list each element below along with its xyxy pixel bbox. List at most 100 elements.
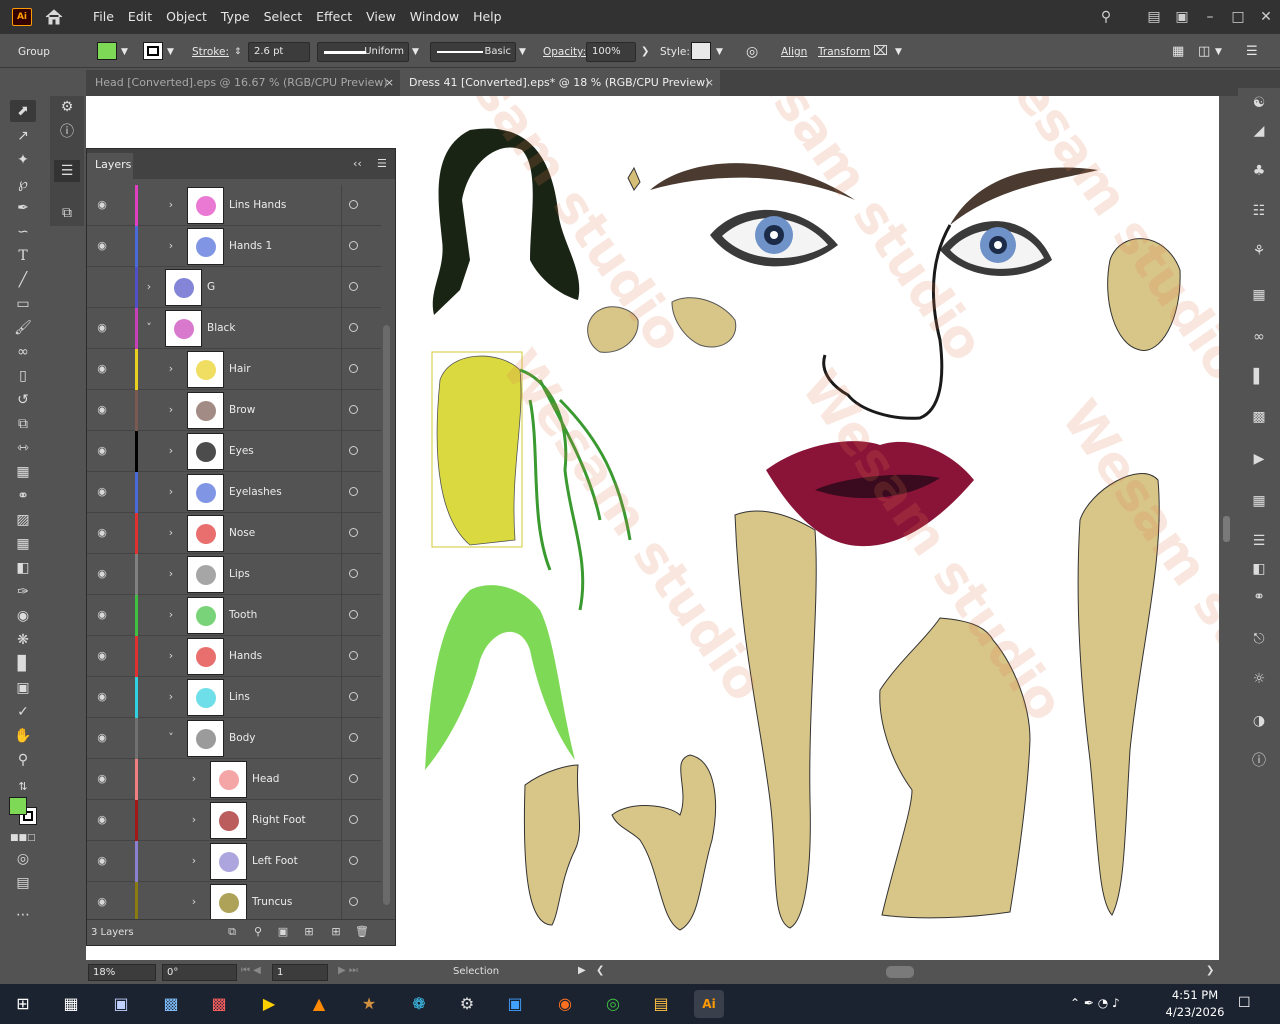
- layer-name[interactable]: Head: [252, 759, 279, 800]
- close-window-icon[interactable]: ✕: [1252, 9, 1280, 25]
- layer-name[interactable]: Truncus: [252, 882, 292, 923]
- target-circle-icon[interactable]: [349, 405, 358, 414]
- illustrator-taskbar-icon[interactable]: Ai: [694, 990, 724, 1018]
- layer-row[interactable]: ◉ › Lins Hands: [87, 185, 381, 226]
- target-circle-icon[interactable]: [349, 692, 358, 701]
- close-tab-icon[interactable]: ×: [705, 70, 714, 96]
- expand-layer-icon[interactable]: ›: [143, 279, 155, 295]
- visibility-eye-icon[interactable]: ◉: [95, 567, 109, 581]
- layer-row[interactable]: ◉ › Right Foot: [87, 800, 381, 841]
- actions-icon[interactable]: ▶: [1247, 448, 1271, 470]
- expand-layer-icon[interactable]: ›: [165, 566, 177, 582]
- target-circle-icon[interactable]: [349, 815, 358, 824]
- stepper-icon[interactable]: ⇕: [234, 36, 242, 68]
- layer-name[interactable]: Hair: [229, 349, 251, 390]
- opacity-label[interactable]: Opacity:: [543, 36, 586, 68]
- distribute-icon[interactable]: ◫: [1198, 36, 1210, 68]
- expand-layer-icon[interactable]: ›: [188, 812, 200, 828]
- chevron-down-icon[interactable]: ▼: [121, 36, 128, 68]
- fill-color-icon[interactable]: [9, 797, 27, 815]
- chevron-down-icon[interactable]: ▼: [519, 36, 526, 68]
- menu-help[interactable]: Help: [466, 0, 509, 34]
- swap-fill-stroke-icon[interactable]: ⇅: [10, 776, 36, 798]
- layer-name[interactable]: Black: [207, 308, 235, 349]
- draw-mode-icon[interactable]: ◎: [10, 848, 36, 870]
- layer-name[interactable]: Left Foot: [252, 841, 298, 882]
- target-circle-icon[interactable]: [349, 610, 358, 619]
- target-circle-icon[interactable]: [349, 528, 358, 537]
- layer-row[interactable]: ◉ › Lins: [87, 677, 381, 718]
- visibility-eye-icon[interactable]: ◉: [95, 444, 109, 458]
- layer-name[interactable]: Hands: [229, 636, 262, 677]
- expand-layer-icon[interactable]: ›: [165, 197, 177, 213]
- hand-tool-icon[interactable]: ✋: [10, 725, 36, 747]
- layer-name[interactable]: Eyelashes: [229, 472, 282, 513]
- file-explorer-icon[interactable]: ▤: [646, 990, 676, 1018]
- artboard-tool-icon[interactable]: ▣: [10, 677, 36, 699]
- studio-app-icon[interactable]: ▩: [204, 990, 234, 1018]
- stroke-swatch[interactable]: [143, 42, 163, 60]
- rotation-field[interactable]: 0°: [162, 964, 237, 981]
- expand-layer-icon[interactable]: ›: [165, 238, 177, 254]
- network-app-icon[interactable]: ❁: [404, 990, 434, 1018]
- menu-window[interactable]: Window: [403, 0, 466, 34]
- layer-row[interactable]: ◉ › Eyes: [87, 431, 381, 472]
- layer-row[interactable]: ◉ › Left Foot: [87, 841, 381, 882]
- chevron-down-icon[interactable]: ▼: [412, 36, 419, 68]
- clipping-mask-icon[interactable]: ▣: [276, 925, 290, 939]
- layers-panel-title[interactable]: Layers: [87, 153, 133, 179]
- isolate-group-icon[interactable]: ⌧: [873, 36, 888, 68]
- target-circle-icon[interactable]: [349, 364, 358, 373]
- selection-tool-icon[interactable]: ⬈: [10, 100, 36, 122]
- line-tool-icon[interactable]: ╱: [10, 269, 36, 291]
- scale-tool-icon[interactable]: ⧉: [10, 413, 36, 435]
- vertical-scrollbar[interactable]: [1219, 96, 1234, 960]
- expand-layer-icon[interactable]: ›: [165, 607, 177, 623]
- game-icon[interactable]: ★: [354, 990, 384, 1018]
- properties-icon[interactable]: ⚙: [54, 96, 80, 118]
- perspective-grid-tool-icon[interactable]: ▨: [10, 509, 36, 531]
- target-circle-icon[interactable]: [349, 774, 358, 783]
- brushes-icon[interactable]: ⚘: [1247, 240, 1271, 262]
- search-icon[interactable]: ⚲: [1092, 9, 1120, 25]
- shaper-tool-icon[interactable]: ∞: [10, 341, 36, 363]
- transform-button[interactable]: Transform: [818, 36, 870, 68]
- layer-row[interactable]: ◉ › Head: [87, 759, 381, 800]
- home-icon[interactable]: [44, 7, 64, 27]
- target-circle-icon[interactable]: [349, 446, 358, 455]
- artboard-number-field[interactable]: 1: [272, 964, 328, 981]
- minimize-icon[interactable]: –: [1196, 9, 1224, 25]
- symbols-icon[interactable]: ♣: [1247, 160, 1271, 182]
- direct-selection-tool-icon[interactable]: ↗: [10, 125, 36, 147]
- align-button[interactable]: Align: [781, 36, 807, 68]
- visibility-eye-icon[interactable]: ◉: [95, 239, 109, 253]
- task-view-icon[interactable]: ▦: [56, 990, 86, 1018]
- rectangle-tool-icon[interactable]: ▭: [10, 293, 36, 315]
- expand-layer-icon[interactable]: ›: [188, 771, 200, 787]
- visibility-eye-icon[interactable]: ◉: [95, 895, 109, 909]
- stroke-weight-field[interactable]: 2.6 pt: [248, 42, 310, 62]
- opacity-field[interactable]: 100%: [586, 42, 636, 62]
- mesh-tool-icon[interactable]: ▦: [10, 533, 36, 555]
- links-icon[interactable]: ∞: [1247, 326, 1271, 348]
- layer-name[interactable]: Lins Hands: [229, 185, 286, 226]
- expand-layer-icon[interactable]: ›: [188, 853, 200, 869]
- pen-tool-icon[interactable]: ✒: [10, 197, 36, 219]
- expand-layer-icon[interactable]: ›: [165, 361, 177, 377]
- layer-row[interactable]: ◉ › Hands: [87, 636, 381, 677]
- visibility-eye-icon[interactable]: ◉: [95, 813, 109, 827]
- layer-row[interactable]: ◉ › Hands 1: [87, 226, 381, 267]
- expand-layer-icon[interactable]: ›: [165, 525, 177, 541]
- visibility-eye-icon[interactable]: ◉: [95, 198, 109, 212]
- more-tools-icon[interactable]: ⋯: [10, 904, 36, 926]
- store-icon[interactable]: ▣: [500, 990, 530, 1018]
- layer-row[interactable]: ◉ › Eyelashes: [87, 472, 381, 513]
- tab-head-document[interactable]: Head [Converted].eps @ 16.67 % (RGB/CPU …: [86, 70, 400, 96]
- system-tray-icons[interactable]: ⌃ ✒ ◔ ♪: [1070, 996, 1120, 1010]
- layers-scrollbar[interactable]: [381, 185, 393, 919]
- zoom-level-field[interactable]: 18%: [88, 964, 156, 981]
- transparency-icon[interactable]: ⚭: [1247, 586, 1271, 608]
- layer-name[interactable]: Right Foot: [252, 800, 306, 841]
- target-circle-icon[interactable]: [349, 487, 358, 496]
- layer-name[interactable]: Lips: [229, 554, 250, 595]
